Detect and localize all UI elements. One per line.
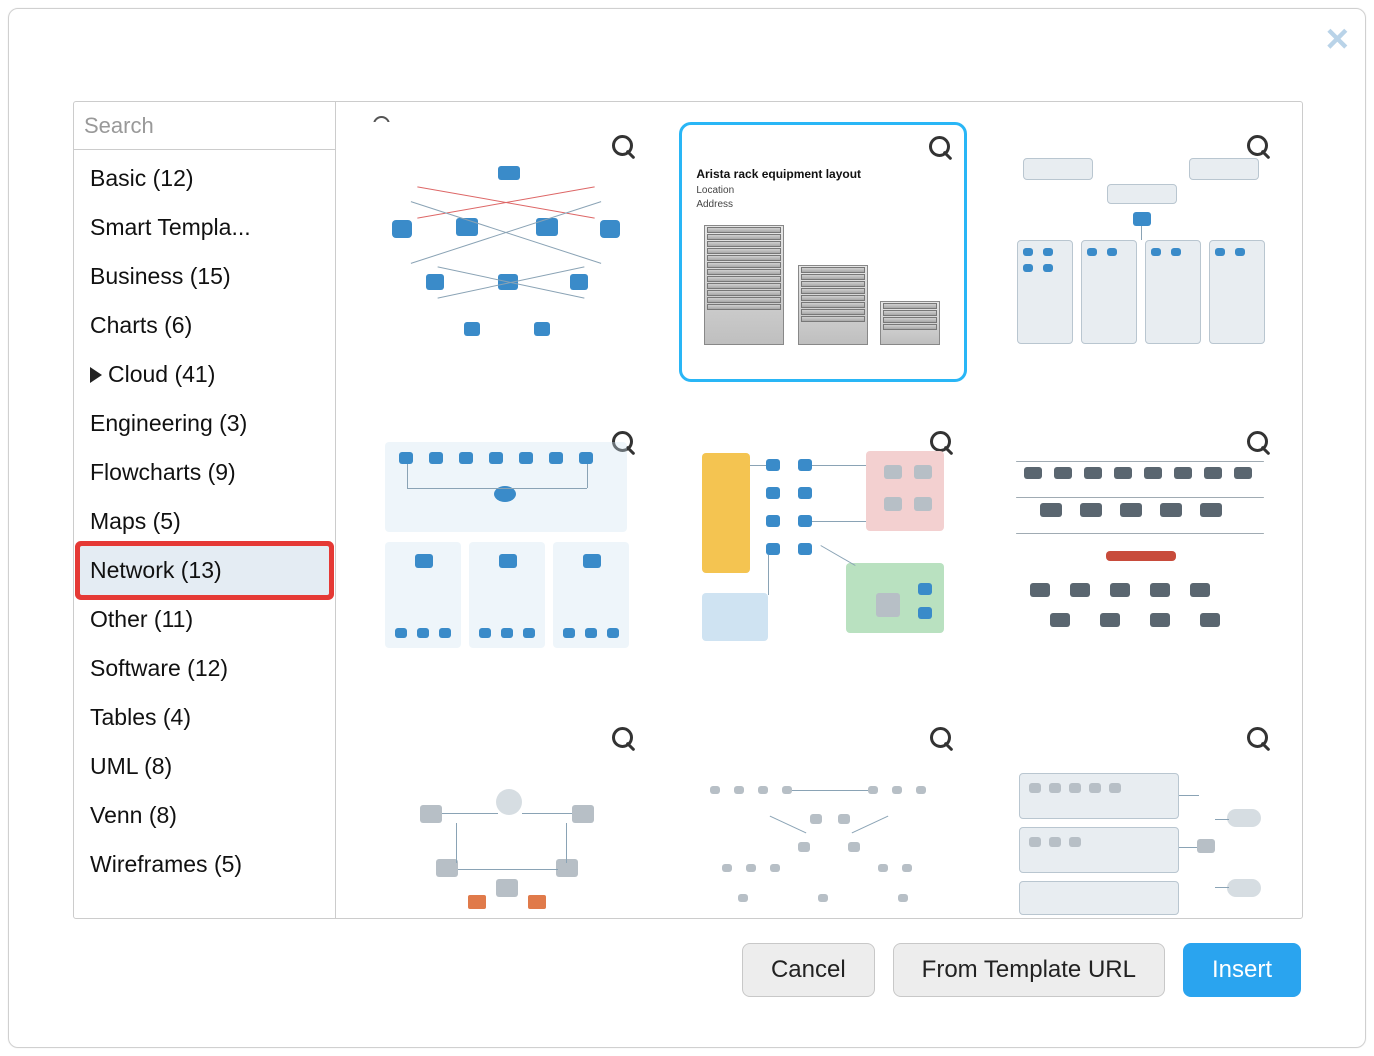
dialog-body: Basic (12) Smart Templa... Business (15)… (73, 101, 1303, 919)
category-list[interactable]: Basic (12) Smart Templa... Business (15)… (74, 150, 335, 918)
sidebar-item-basic[interactable]: Basic (12) (80, 154, 329, 203)
template-picker-dialog: × Basic (12) Smart Templa... Business (1… (8, 8, 1366, 1048)
template-thumb (681, 716, 964, 918)
template-card[interactable] (997, 714, 1284, 918)
from-template-url-button[interactable]: From Template URL (893, 943, 1165, 997)
sidebar-item-charts[interactable]: Charts (6) (80, 301, 329, 350)
close-icon[interactable]: × (1326, 19, 1349, 59)
search-input[interactable] (84, 113, 372, 139)
search-wrap (74, 102, 335, 150)
rack-graphic (880, 301, 940, 345)
sidebar-item-software[interactable]: Software (12) (80, 644, 329, 693)
template-card[interactable] (679, 714, 966, 918)
template-thumb (999, 420, 1282, 676)
template-thumb (364, 124, 647, 380)
template-thumb (364, 420, 647, 676)
template-thumb (999, 716, 1282, 918)
template-card[interactable] (362, 714, 649, 918)
template-subtitle: Address (696, 199, 733, 210)
sidebar: Basic (12) Smart Templa... Business (15)… (74, 102, 336, 918)
rack-graphic (704, 225, 784, 345)
sidebar-item-business[interactable]: Business (15) (80, 252, 329, 301)
sidebar-item-other[interactable]: Other (11) (80, 595, 329, 644)
template-card[interactable] (997, 418, 1284, 678)
template-gallery[interactable]: Arista rack equipment layout Location Ad… (336, 102, 1302, 918)
dialog-footer: Cancel From Template URL Insert (742, 943, 1301, 997)
expand-icon (90, 367, 102, 383)
zoom-icon[interactable] (928, 135, 954, 161)
sidebar-item-cloud[interactable]: Cloud (41) (80, 350, 329, 399)
sidebar-item-engineering[interactable]: Engineering (3) (80, 399, 329, 448)
sidebar-item-venn[interactable]: Venn (8) (80, 791, 329, 840)
template-thumb (681, 420, 964, 676)
sidebar-item-flowcharts[interactable]: Flowcharts (9) (80, 448, 329, 497)
sidebar-item-wireframes[interactable]: Wireframes (5) (80, 840, 329, 889)
template-thumb (999, 124, 1282, 380)
sidebar-item-network[interactable]: Network (13) (80, 546, 329, 595)
sidebar-item-uml[interactable]: UML (8) (80, 742, 329, 791)
template-card[interactable]: Arista rack equipment layout Location Ad… (679, 122, 966, 382)
template-card[interactable] (362, 122, 649, 382)
cancel-button[interactable]: Cancel (742, 943, 875, 997)
template-title: Arista rack equipment layout (696, 167, 861, 181)
rack-graphic (798, 265, 868, 345)
sidebar-item-maps[interactable]: Maps (5) (80, 497, 329, 546)
template-card[interactable] (679, 418, 966, 678)
template-card[interactable] (362, 418, 649, 678)
insert-button[interactable]: Insert (1183, 943, 1301, 997)
sidebar-item-label: Cloud (41) (108, 361, 215, 387)
template-subtitle: Location (696, 185, 734, 196)
sidebar-item-smart-templates[interactable]: Smart Templa... (80, 203, 329, 252)
template-thumb (364, 716, 647, 918)
template-card[interactable] (997, 122, 1284, 382)
sidebar-item-tables[interactable]: Tables (4) (80, 693, 329, 742)
